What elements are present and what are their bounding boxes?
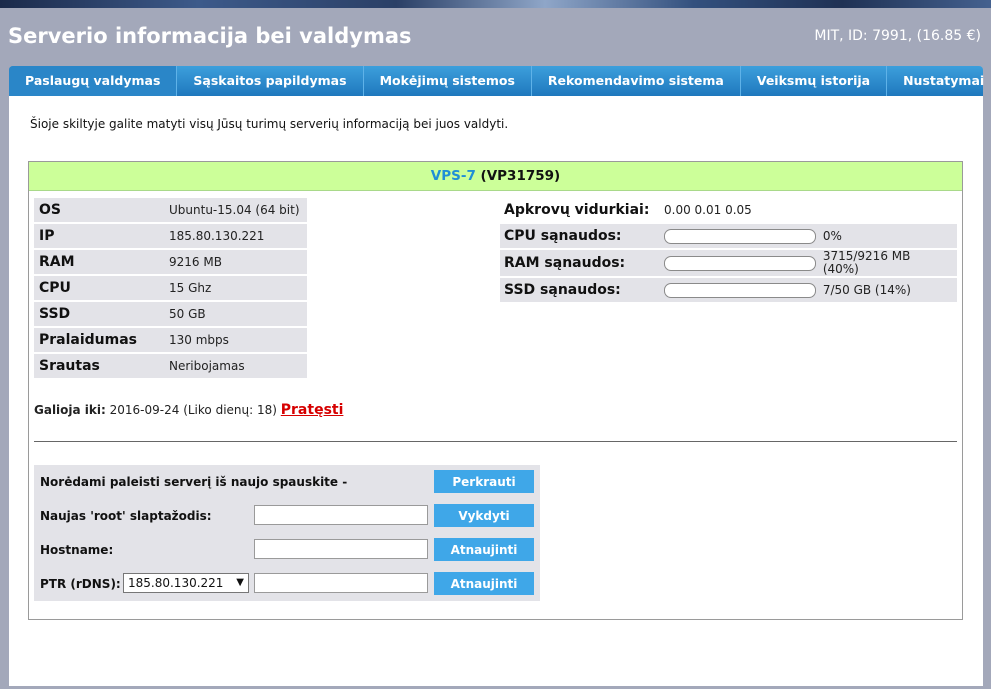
usage-cell: 7/50 GB (14%) xyxy=(660,278,957,302)
ptr-input[interactable] xyxy=(254,573,428,593)
ssd-usage-text: 7/50 GB (14%) xyxy=(822,282,911,297)
intro-text: Šioje skiltyje galite matyti visų Jūsų t… xyxy=(30,117,509,131)
usage-row-ram: RAM sąnaudos: 3715/9216 MB (40%) xyxy=(500,250,957,276)
spec-value: 50 GB xyxy=(164,302,307,326)
chevron-down-icon: ▼ xyxy=(236,577,244,588)
expiry-line: Galioja iki: 2016-09-24 (Liko dienų: 18)… xyxy=(34,402,343,418)
tab-veiksmu-istorija[interactable]: Veiksmų istorija xyxy=(741,66,888,96)
tab-paslaugu-valdymas[interactable]: Paslaugų valdymas xyxy=(9,66,178,96)
server-name: VPS-7 xyxy=(430,168,476,184)
execute-button[interactable]: Vykdyti xyxy=(434,504,534,527)
ram-usage-bar xyxy=(664,255,816,271)
spec-label: CPU xyxy=(34,276,164,300)
usage-label: CPU sąnaudos: xyxy=(500,224,660,248)
ptr-row: PTR (rDNS): 185.80.130.221 ▼ Atnaujinti xyxy=(34,571,540,597)
spec-value: Ubuntu-15.04 (64 bit) xyxy=(164,198,307,222)
tab-nustatymai[interactable]: Nustatymai xyxy=(887,66,991,96)
ptr-ip-select[interactable]: 185.80.130.221 ▼ xyxy=(123,573,249,593)
divider xyxy=(34,441,957,442)
usage-label: SSD sąnaudos: xyxy=(500,278,660,302)
reboot-row: Norėdami paleisti serverį iš naujo spaus… xyxy=(34,469,540,495)
reboot-label: Norėdami paleisti serverį iš naujo spaus… xyxy=(40,475,348,489)
usage-row-cpu: CPU sąnaudos: 0% xyxy=(500,224,957,248)
server-code: (VP31759) xyxy=(480,168,561,184)
hostname-input[interactable] xyxy=(254,539,428,559)
spec-value: Neribojamas xyxy=(164,354,307,378)
spec-row: SSD 50 GB xyxy=(34,302,307,326)
spec-value: 15 Ghz xyxy=(164,276,307,300)
ptr-ip-selected: 185.80.130.221 xyxy=(128,576,224,590)
server-panel: VPS-7 (VP31759) OS Ubuntu-15.04 (64 bit) … xyxy=(28,161,963,620)
renew-link[interactable]: Pratęsti xyxy=(281,402,344,418)
hostname-label: Hostname: xyxy=(40,543,114,557)
spec-row: OS Ubuntu-15.04 (64 bit) xyxy=(34,198,307,222)
spec-row: IP 185.80.130.221 xyxy=(34,224,307,248)
ssd-usage-bar xyxy=(664,282,816,298)
account-info: MIT, ID: 7991, (16.85 €) xyxy=(814,28,981,44)
server-actions: Norėdami paleisti serverį iš naujo spaus… xyxy=(34,465,540,601)
page-title: Serverio informacija bei valdymas xyxy=(8,24,412,48)
expiry-label: Galioja iki: xyxy=(34,403,106,417)
load-average-row: Apkrovų vidurkiai: 0.00 0.01 0.05 xyxy=(500,198,957,222)
main-tabs: Paslaugų valdymas Sąskaitos papildymas M… xyxy=(9,66,984,96)
spec-row: RAM 9216 MB xyxy=(34,250,307,274)
reboot-button[interactable]: Perkrauti xyxy=(434,470,534,493)
ram-usage-text: 3715/9216 MB (40%) xyxy=(822,249,911,276)
spec-value: 9216 MB xyxy=(164,250,307,274)
spec-row: CPU 15 Ghz xyxy=(34,276,307,300)
usage-row-ssd: SSD sąnaudos: 7/50 GB (14%) xyxy=(500,278,957,302)
tab-mokejimu-sistemos[interactable]: Mokėjimų sistemos xyxy=(364,66,532,96)
usage-cell: 3715/9216 MB (40%) xyxy=(660,250,957,276)
spec-row: Srautas Neribojamas xyxy=(34,354,307,378)
spec-value: 185.80.130.221 xyxy=(164,224,307,248)
usage-cell: 0% xyxy=(660,224,957,248)
root-password-row: Naujas 'root' slaptažodis: Vykdyti xyxy=(34,503,540,529)
top-banner-strip xyxy=(0,0,991,8)
spec-label: OS xyxy=(34,198,164,222)
spec-label: SSD xyxy=(34,302,164,326)
server-usage-table: Apkrovų vidurkiai: 0.00 0.01 0.05 CPU są… xyxy=(500,196,957,304)
server-specs-table: OS Ubuntu-15.04 (64 bit) IP 185.80.130.221… xyxy=(34,196,307,380)
tab-saskaitos-papildymas[interactable]: Sąskaitos papildymas xyxy=(177,66,364,96)
usage-label: RAM sąnaudos: xyxy=(500,250,660,276)
spec-label: Pralaidumas xyxy=(34,328,164,352)
load-average-value: 0.00 0.01 0.05 xyxy=(664,203,752,217)
tab-rekomendavimo-sistema[interactable]: Rekomendavimo sistema xyxy=(532,66,741,96)
cpu-usage-text: 0% xyxy=(822,228,842,243)
cpu-usage-bar xyxy=(664,228,816,244)
hostname-update-button[interactable]: Atnaujinti xyxy=(434,538,534,561)
hostname-row: Hostname: Atnaujinti xyxy=(34,537,540,563)
spec-label: IP xyxy=(34,224,164,248)
ptr-label: PTR (rDNS): xyxy=(40,577,121,591)
root-password-input[interactable] xyxy=(254,505,428,525)
content-area: Šioje skiltyje galite matyti visų Jūsų t… xyxy=(9,96,983,686)
server-header: VPS-7 (VP31759) xyxy=(29,162,962,191)
load-average-label: Apkrovų vidurkiai: xyxy=(504,202,650,218)
spec-label: Srautas xyxy=(34,354,164,378)
expiry-value: 2016-09-24 (Liko dienų: 18) xyxy=(109,403,277,417)
spec-value: 130 mbps xyxy=(164,328,307,352)
spec-label: RAM xyxy=(34,250,164,274)
spec-row: Pralaidumas 130 mbps xyxy=(34,328,307,352)
ptr-update-button[interactable]: Atnaujinti xyxy=(434,572,534,595)
root-password-label: Naujas 'root' slaptažodis: xyxy=(40,509,212,523)
